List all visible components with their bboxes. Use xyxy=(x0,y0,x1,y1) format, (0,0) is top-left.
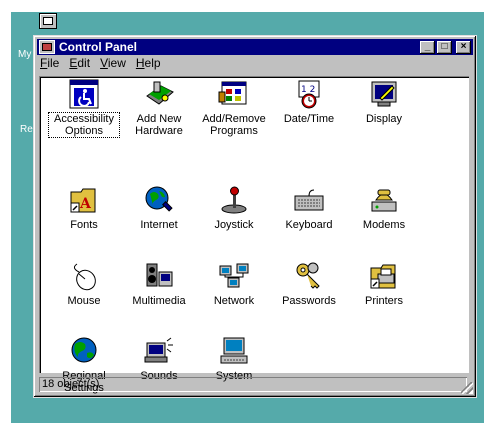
close-button[interactable]: × xyxy=(456,40,471,54)
item-label: Add New Hardware xyxy=(135,113,183,137)
control-panel-window: Control Panel _ □ × File Edit View Help … xyxy=(33,35,477,398)
icon-view: Accessibility Options Add New Hardware A… xyxy=(39,76,469,394)
item-label: Accessibility Options xyxy=(48,112,120,138)
modems-icon xyxy=(371,189,397,212)
item-keyboard[interactable]: Keyboard xyxy=(274,184,344,231)
item-label: Date/Time xyxy=(283,113,335,125)
desktop-label-re[interactable]: Re xyxy=(20,124,33,135)
item-label: Multimedia xyxy=(132,295,186,307)
item-add-remove-programs[interactable]: Add/Remove Programs xyxy=(199,78,269,137)
item-add-new-hardware[interactable]: Add New Hardware xyxy=(124,78,194,137)
add-remove-programs-icon xyxy=(218,81,247,105)
menu-edit[interactable]: Edit xyxy=(69,56,90,72)
item-network[interactable]: Network xyxy=(199,260,269,307)
printers-icon xyxy=(370,264,396,289)
item-modems[interactable]: Modems xyxy=(349,184,419,231)
minimize-button[interactable]: _ xyxy=(420,40,435,54)
item-label: Joystick xyxy=(214,219,254,231)
regional-settings-icon xyxy=(71,337,97,363)
add-hardware-icon xyxy=(146,81,174,105)
item-label: Keyboard xyxy=(285,219,333,231)
item-label: Passwords xyxy=(282,295,336,307)
menu-file[interactable]: File xyxy=(40,56,59,72)
item-label: Printers xyxy=(365,295,403,307)
item-multimedia[interactable]: Multimedia xyxy=(124,260,194,307)
menu-bar: File Edit View Help xyxy=(40,56,171,72)
item-joystick[interactable]: Joystick xyxy=(199,184,269,231)
item-fonts[interactable]: A Fonts xyxy=(49,184,119,231)
window-icon[interactable] xyxy=(39,13,57,29)
item-printers[interactable]: Printers xyxy=(349,260,419,307)
item-label: Mouse xyxy=(67,295,101,307)
item-display[interactable]: Display xyxy=(349,78,419,125)
sounds-icon xyxy=(144,337,173,363)
control-panel-icon[interactable] xyxy=(39,40,55,54)
item-passwords[interactable]: Passwords xyxy=(274,260,344,307)
date-time-icon: 1 2 xyxy=(298,80,320,109)
menu-view[interactable]: View xyxy=(100,56,126,72)
item-date-time[interactable]: 1 2 Date/Time xyxy=(274,78,344,125)
display-icon xyxy=(371,81,397,107)
accessibility-icon xyxy=(69,79,99,109)
passwords-icon xyxy=(296,262,320,289)
network-icon xyxy=(219,263,249,288)
item-sounds[interactable]: Sounds xyxy=(124,335,194,382)
system-icon xyxy=(220,337,248,364)
joystick-icon xyxy=(221,186,247,214)
desktop-label-my[interactable]: My xyxy=(18,49,31,60)
item-mouse[interactable]: Mouse xyxy=(49,260,119,307)
internet-icon xyxy=(145,186,173,212)
item-accessibility-options[interactable]: Accessibility Options xyxy=(48,78,120,138)
window-title: Control Panel xyxy=(59,40,138,54)
svg-text:1 2: 1 2 xyxy=(301,85,315,95)
keyboard-icon xyxy=(294,189,324,211)
status-bar: 18 object(s) xyxy=(39,377,469,392)
item-label: Modems xyxy=(362,219,406,231)
maximize-button[interactable]: □ xyxy=(437,40,452,54)
mouse-icon xyxy=(73,263,96,291)
item-system[interactable]: System xyxy=(199,335,269,382)
item-label: Network xyxy=(213,295,255,307)
status-object-count: 18 object(s) xyxy=(39,377,467,392)
menu-help[interactable]: Help xyxy=(136,56,161,72)
item-label: Add/Remove Programs xyxy=(202,113,266,137)
item-label: Fonts xyxy=(70,219,98,231)
multimedia-icon xyxy=(146,263,173,287)
item-label: Display xyxy=(365,113,403,125)
svg-text:A: A xyxy=(79,196,92,212)
fonts-icon: A xyxy=(70,188,96,213)
item-label: Internet xyxy=(140,219,178,231)
item-internet[interactable]: Internet xyxy=(124,184,194,231)
title-bar[interactable]: Control Panel _ □ × xyxy=(37,39,473,55)
resize-grip-icon[interactable] xyxy=(461,382,473,394)
